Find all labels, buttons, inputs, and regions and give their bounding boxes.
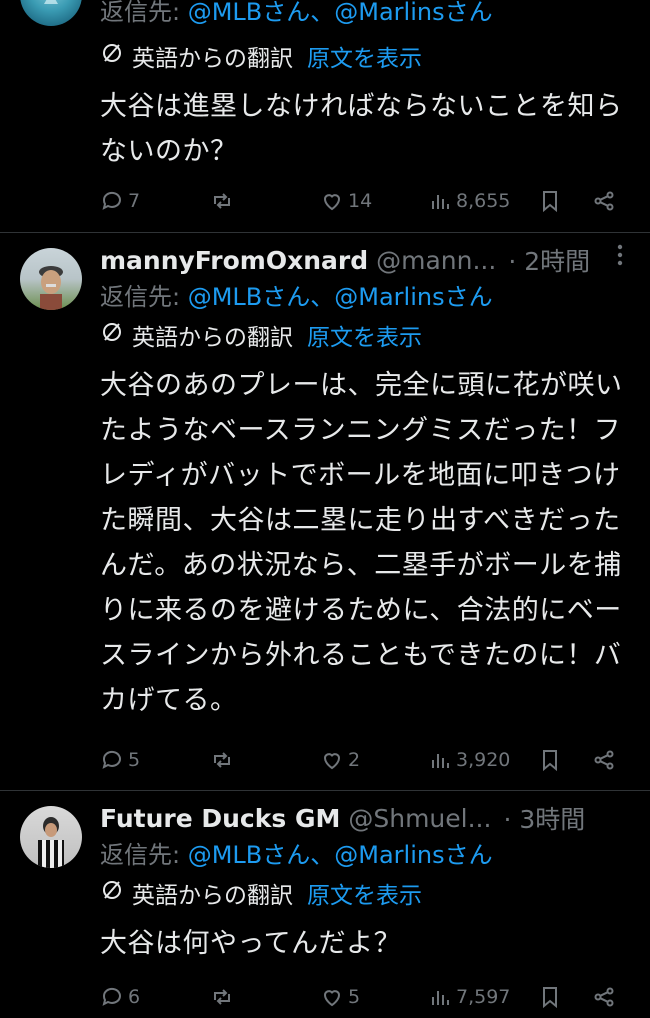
tweet-header: Future Ducks GM @Shmuel... · 3時間 <box>100 801 630 835</box>
bookmark-button[interactable] <box>538 985 562 1009</box>
tweet[interactable]: mannyFromOxnard @mann... · 2時間 返信先: @MLB… <box>0 233 650 789</box>
repost-icon <box>214 193 230 209</box>
translation-label: 英語からの翻訳 <box>132 325 293 351</box>
timestamp[interactable]: · 2時間 <box>508 242 590 278</box>
tweet[interactable]: Future Ducks GM @Shmuel... · 3時間 返信先: @M… <box>0 791 650 1018</box>
like-button[interactable]: 14 <box>320 189 372 213</box>
avatar[interactable] <box>20 0 82 26</box>
repost-button[interactable] <box>210 189 234 213</box>
reply-to-line: 返信先: @MLBさん、@Marlinsさん <box>100 283 493 311</box>
bookmark-button[interactable] <box>538 748 562 772</box>
like-count: 2 <box>348 749 361 771</box>
views-count: 3,920 <box>456 749 511 771</box>
reply-to-line: 返信先: @MLBさん、@Marlinsさん <box>100 0 493 26</box>
translation-label: 英語からの翻訳 <box>132 46 293 72</box>
bookmark-icon <box>543 750 557 772</box>
views-button[interactable]: 8,655 <box>428 189 510 213</box>
reply-targets-link[interactable]: @MLBさん、@Marlinsさん <box>188 283 493 311</box>
action-bar: 6 5 7,597 <box>100 982 630 1012</box>
more-options-button[interactable] <box>610 801 630 835</box>
reply-count: 6 <box>128 986 141 1008</box>
views-count: 8,655 <box>456 190 511 212</box>
like-button[interactable]: 2 <box>320 748 360 772</box>
reply-button[interactable]: 7 <box>100 189 140 213</box>
user-handle[interactable]: @Shmuel... <box>348 804 491 833</box>
show-original-link[interactable]: 原文を表示 <box>307 317 422 359</box>
repost-icon <box>214 752 230 768</box>
share-icon <box>594 750 614 770</box>
like-count: 14 <box>348 190 373 212</box>
reply-to-line: 返信先: @MLBさん、@Marlinsさん <box>100 841 493 869</box>
avatar[interactable] <box>20 806 82 868</box>
translation-row: 英語からの翻訳 原文を表示 <box>100 38 630 80</box>
views-button[interactable]: 3,920 <box>428 748 510 772</box>
bookmark-icon <box>543 191 557 213</box>
reply-targets-link[interactable]: @MLBさん、@Marlinsさん <box>188 841 493 869</box>
tweet-text: 大谷は進塁しなければならないことを知らないのか？ <box>100 91 623 167</box>
bookmark-icon <box>543 987 557 1009</box>
reply-button[interactable]: 5 <box>100 748 140 772</box>
translate-icon <box>100 38 124 80</box>
heart-icon <box>323 753 341 770</box>
views-icon <box>432 195 449 209</box>
heart-icon <box>323 990 341 1007</box>
show-original-link[interactable]: 原文を表示 <box>307 875 422 917</box>
share-icon <box>594 987 614 1007</box>
username[interactable]: Future Ducks GM <box>100 804 340 833</box>
translation-row: 英語からの翻訳 原文を表示 <box>100 875 630 917</box>
tweet-header: mannyFromOxnard @mann... · 2時間 <box>100 243 630 277</box>
views-button[interactable]: 7,597 <box>428 985 510 1009</box>
translate-icon <box>100 875 124 917</box>
action-bar: 7 14 8,655 <box>100 186 630 216</box>
show-original-link[interactable]: 原文を表示 <box>307 38 422 80</box>
reply-targets-link[interactable]: @MLBさん、@Marlinsさん <box>188 0 493 26</box>
more-icon <box>617 244 623 266</box>
share-button[interactable] <box>592 748 616 772</box>
more-options-button[interactable] <box>610 243 630 277</box>
views-count: 7,597 <box>456 986 511 1008</box>
views-icon <box>432 991 449 1005</box>
avatar[interactable] <box>20 248 82 310</box>
bookmark-button[interactable] <box>538 189 562 213</box>
translate-icon <box>100 317 124 359</box>
repost-icon <box>214 989 230 1005</box>
tweet-text: 大谷は何やってんだよ？ <box>100 928 402 959</box>
like-button[interactable]: 5 <box>320 985 360 1009</box>
reply-button[interactable]: 6 <box>100 985 140 1009</box>
reply-icon <box>102 987 121 1006</box>
action-bar: 5 2 3,920 <box>100 745 630 775</box>
like-count: 5 <box>348 986 361 1008</box>
share-icon <box>594 191 614 211</box>
views-icon <box>432 754 449 768</box>
reply-count: 5 <box>128 749 141 771</box>
reply-icon <box>102 750 121 769</box>
user-handle[interactable]: @mann... <box>376 246 496 275</box>
translation-label: 英語からの翻訳 <box>132 883 293 909</box>
repost-button[interactable] <box>210 985 234 1009</box>
tweet[interactable]: 返信先: @MLBさん、@Marlinsさん 英語からの翻訳 原文を表示 大谷は… <box>0 0 650 232</box>
repost-button[interactable] <box>210 748 234 772</box>
reply-icon <box>102 191 121 210</box>
tweet-text: 大谷のあのプレーは、完全に頭に花が咲いたようなベースランニングミスだった！フレデ… <box>100 370 623 716</box>
heart-icon <box>323 194 341 211</box>
username[interactable]: mannyFromOxnard <box>100 246 368 275</box>
translation-row: 英語からの翻訳 原文を表示 <box>100 317 630 359</box>
share-button[interactable] <box>592 189 616 213</box>
timestamp[interactable]: · 3時間 <box>503 800 585 836</box>
reply-count: 7 <box>128 190 141 212</box>
share-button[interactable] <box>592 985 616 1009</box>
